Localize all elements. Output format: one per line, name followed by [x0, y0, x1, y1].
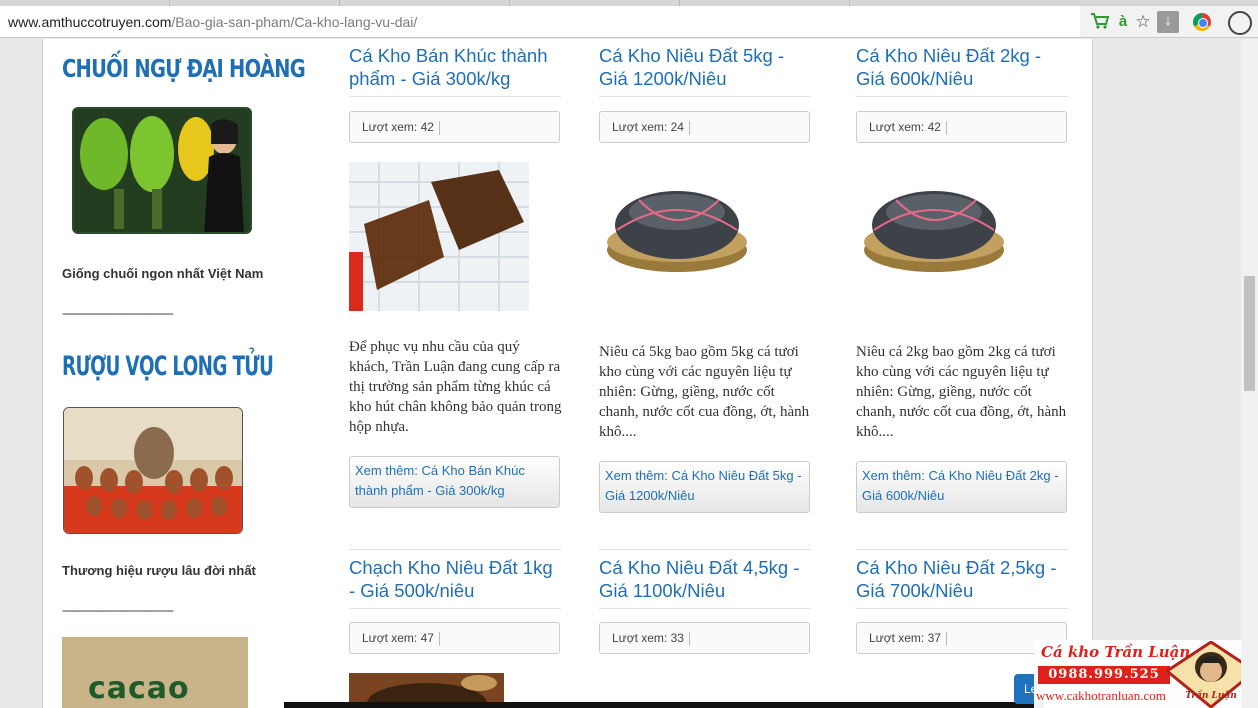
menu-circle-icon[interactable] [1228, 11, 1252, 35]
view-count: Lượt xem: 42 [856, 111, 1067, 143]
floating-ad-badge-text: Trần Luận [1185, 691, 1237, 701]
star-icon[interactable]: ☆ [1133, 12, 1153, 32]
url-field[interactable]: www.amthuccotruyen.com/Bao-gia-san-pham/… [0, 6, 1080, 38]
view-count: Lượt xem: 42 [349, 111, 560, 143]
product-title[interactable]: Cá Kho Niêu Đất 2,5kg - Giá 700k/Niêu [856, 549, 1068, 609]
product-title[interactable]: Cá Kho Niêu Đất 4,5kg - Giá 1100k/Niêu [599, 549, 811, 609]
cacao-ad-image[interactable]: cacao [62, 637, 248, 708]
floating-ad-site[interactable]: www.cakhotranluan.com [1036, 688, 1166, 704]
view-count-text: Lượt xem: 24 [612, 120, 684, 134]
view-count-text: Lượt xem: 42 [869, 120, 941, 134]
banana-ad-image[interactable] [72, 107, 252, 234]
view-count: Lượt xem: 47 [349, 622, 560, 654]
cacao-logo-text: cacao [88, 671, 190, 706]
product-description: Niêu cá 5kg bao gồm 5kg cá tươi kho cùng… [599, 344, 810, 440]
product-image[interactable] [856, 170, 1016, 300]
banana-ad-caption: Giống chuối ngon nhất Việt Nam [62, 266, 264, 281]
translate-icon[interactable]: à [1113, 12, 1133, 32]
view-count-text: Lượt xem: 42 [362, 120, 434, 134]
view-count-text: Lượt xem: 47 [362, 631, 434, 645]
url-host: www.amthuccotruyen.com [8, 14, 172, 30]
url-path: /Bao-gia-san-pham/Ca-kho-lang-vu-dai/ [171, 14, 418, 30]
wine-ad-caption: Thương hiệu rượu lâu đời nhất [62, 563, 256, 578]
bottom-strip [284, 702, 1044, 708]
product-title[interactable]: Cá Kho Niêu Đất 2kg - Giá 600k/Niêu [856, 44, 1068, 97]
view-count-text: Lượt xem: 37 [869, 631, 941, 645]
address-bar: www.amthuccotruyen.com/Bao-gia-san-pham/… [0, 6, 1258, 38]
product-image[interactable] [599, 170, 759, 300]
read-more-button[interactable]: Xem thêm: Cá Kho Bán Khúc thành phẩm - G… [349, 456, 560, 508]
browser-window: www.amthuccotruyen.com/Bao-gia-san-pham/… [0, 0, 1258, 708]
product-description: Để phục vụ nhu cầu của quý khách, Trần L… [349, 339, 562, 435]
view-count: Lượt xem: 33 [599, 622, 810, 654]
floating-ad-phone[interactable]: 0988.999.525 [1038, 666, 1170, 684]
product-description: Niêu cá 2kg bao gồm 2kg cá tươi kho cùng… [856, 344, 1067, 440]
sidebar-divider: ------------------------------------- [62, 306, 174, 320]
view-count: Lượt xem: 24 [599, 111, 810, 143]
product-title[interactable]: Cá Kho Bán Khúc thành phẩm - Giá 300k/kg [349, 44, 561, 97]
product-title[interactable]: Cá Kho Niêu Đất 5kg - Giá 1200k/Niêu [599, 44, 811, 97]
download-icon[interactable]: ↓ [1157, 11, 1179, 33]
sidebar-divider: ------------------------------------- [62, 603, 174, 617]
page-scrollbar[interactable] [1241, 39, 1258, 708]
scrollbar-thumb[interactable] [1244, 276, 1255, 391]
read-more-button[interactable]: Xem thêm: Cá Kho Niêu Đất 2kg - Giá 600k… [856, 461, 1067, 513]
banana-ad-title[interactable]: CHUỐI NGỰ ĐẠI HOÀNG [62, 54, 306, 83]
view-count-text: Lượt xem: 33 [612, 631, 684, 645]
wine-ad-image[interactable] [63, 407, 243, 534]
product-image[interactable] [349, 162, 529, 311]
read-more-button[interactable]: Xem thêm: Cá Kho Niêu Đất 5kg - Giá 1200… [599, 461, 810, 513]
cart-icon[interactable] [1090, 12, 1110, 32]
chrome-icon[interactable] [1193, 13, 1211, 31]
wine-ad-title[interactable]: RƯỢU VỌC LONG TỬU [62, 351, 274, 382]
product-title[interactable]: Chạch Kho Niêu Đất 1kg - Giá 500k/niêu [349, 549, 561, 609]
